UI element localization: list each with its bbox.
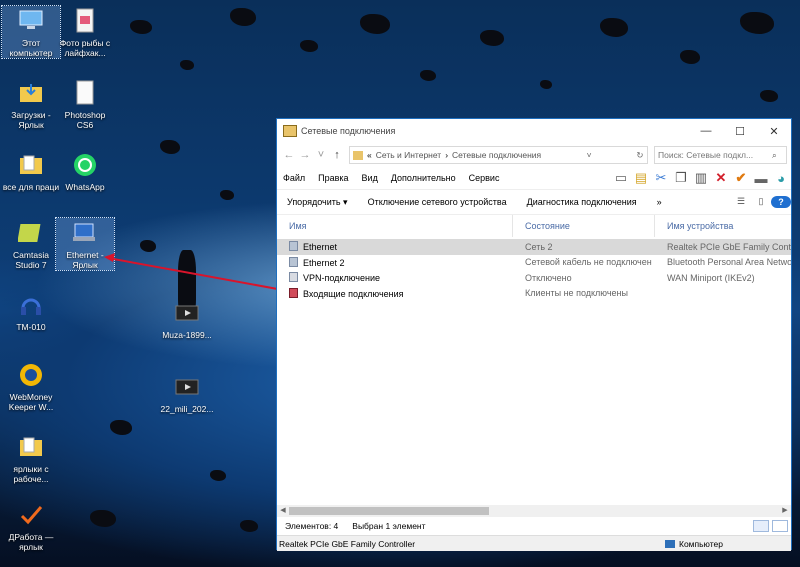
help-icon: ?: [771, 196, 791, 208]
back-arrow-icon[interactable]: ←: [281, 149, 297, 161]
preview-pane-icon[interactable]: ▯: [751, 196, 771, 208]
breadcrumb-item-network-connections[interactable]: Сетевые подключения: [452, 150, 541, 160]
chevron-down-icon[interactable]: ˅: [582, 150, 596, 160]
horizontal-scrollbar[interactable]: ◀ ▶: [277, 505, 791, 517]
more-commands-button[interactable]: »: [657, 197, 662, 207]
chevron-right-icon: ›: [445, 150, 449, 160]
properties-icon[interactable]: ▬: [751, 171, 771, 186]
connections-list: Ethernet Сеть 2 Realtek PCIe GbE Family …: [277, 237, 791, 301]
selected-device-name: Realtek PCIe GbE Family Controller: [279, 538, 416, 549]
details-bar: Realtek PCIe GbE Family Controller Компь…: [277, 535, 791, 551]
diagnose-connection-button[interactable]: Диагностика подключения: [527, 197, 637, 207]
list-item[interactable]: Ethernet Сеть 2 Realtek PCIe GbE Family …: [277, 239, 791, 255]
column-headers: Имя Состояние Имя устройства: [277, 215, 791, 237]
copy-icon[interactable]: ❐: [671, 170, 691, 186]
network-connections-window: Сетевые подключения — ☐ ✕ ← → ˅ ↑ « Сеть…: [276, 118, 792, 551]
maximize-button[interactable]: ☐: [723, 125, 757, 138]
up-arrow-icon[interactable]: ↑: [329, 149, 345, 161]
address-bar[interactable]: « Сеть и Интернет › Сетевые подключения …: [349, 146, 648, 164]
refresh-icon[interactable]: ↻: [633, 150, 647, 161]
status-bar: Элементов: 4 Выбран 1 элемент: [277, 518, 791, 534]
view-options-icon[interactable]: ☰: [731, 196, 751, 208]
paste-icon[interactable]: ▥: [691, 170, 711, 186]
tiles-view-icon[interactable]: [772, 520, 788, 532]
incoming-connections-icon: [289, 287, 298, 298]
computer-icon: [665, 539, 675, 548]
check-icon[interactable]: ✔: [731, 170, 751, 186]
scroll-left-icon[interactable]: ◀: [277, 505, 289, 517]
details-view-icon[interactable]: [753, 520, 769, 532]
globe-icon[interactable]: ◕: [771, 171, 791, 186]
recent-dropdown-icon[interactable]: ˅: [313, 149, 329, 161]
menu-bar: Файл Правка Вид Дополнительно Сервис ▭ ▤…: [277, 167, 791, 189]
delete-icon[interactable]: ✕: [711, 170, 731, 186]
scrollbar-thumb[interactable]: [289, 507, 489, 515]
search-input[interactable]: Поиск: Сетевые подкл... ⌕: [654, 146, 787, 164]
disable-device-button[interactable]: Отключение сетевого устройства: [368, 197, 507, 207]
menu-edit[interactable]: Правка: [318, 173, 348, 183]
list-item[interactable]: VPN-подключение Отключено WAN Miniport (…: [277, 270, 791, 286]
menu-view[interactable]: Вид: [362, 173, 378, 183]
column-header-status[interactable]: Состояние: [513, 215, 655, 237]
help-button[interactable]: ?: [771, 196, 791, 208]
cut-icon[interactable]: ✂: [651, 170, 671, 186]
vpn-connection-icon: [289, 272, 298, 283]
preview-pane-icon[interactable]: ▭: [611, 170, 631, 186]
menu-advanced[interactable]: Дополнительно: [391, 173, 456, 183]
window-title: Сетевые подключения: [301, 126, 396, 136]
address-row: ← → ˅ ↑ « Сеть и Интернет › Сетевые подк…: [277, 143, 791, 167]
title-bar: Сетевые подключения — ☐ ✕: [277, 119, 791, 143]
command-bar: Упорядочить ▾ Отключение сетевого устрой…: [277, 189, 791, 215]
search-icon: ⌕: [772, 149, 777, 160]
network-folder-icon: [353, 150, 363, 160]
minimize-button[interactable]: —: [689, 125, 723, 138]
breadcrumb-item-network-internet[interactable]: Сеть и Интернет: [376, 150, 441, 160]
ethernet-adapter-icon: [289, 241, 298, 252]
column-header-device[interactable]: Имя устройства: [655, 215, 791, 237]
menu-tools[interactable]: Сервис: [469, 173, 500, 183]
selection-count: Выбран 1 элемент: [352, 521, 426, 531]
item-count: Элементов: 4: [285, 521, 339, 531]
scroll-right-icon[interactable]: ▶: [779, 505, 791, 517]
list-item[interactable]: Ethernet 2 Сетевой кабель не подключен B…: [277, 255, 791, 271]
forward-arrow-icon[interactable]: →: [297, 149, 313, 161]
close-button[interactable]: ✕: [757, 125, 791, 138]
breadcrumb-prefix[interactable]: «: [367, 150, 372, 160]
network-folder-icon: [283, 125, 297, 137]
ethernet-adapter-icon: [289, 256, 298, 267]
menu-file[interactable]: Файл: [283, 173, 305, 183]
folder-options-icon[interactable]: ▤: [631, 170, 651, 186]
location-label: Компьютер: [679, 538, 723, 549]
organize-button[interactable]: Упорядочить ▾: [287, 197, 348, 208]
column-header-name[interactable]: Имя: [277, 215, 513, 237]
list-item[interactable]: Входящие подключения Клиенты не подключе…: [277, 286, 791, 302]
